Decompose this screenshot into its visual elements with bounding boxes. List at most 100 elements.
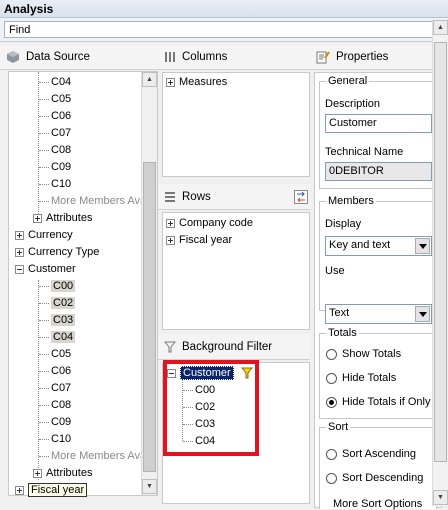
technical-name-label: Technical Name <box>325 146 404 158</box>
expand-icon[interactable] <box>166 235 175 245</box>
chevron-down-icon[interactable] <box>415 306 430 322</box>
totals-group: Totals Show Totals Hide Totals Hide Tota… <box>319 327 437 419</box>
technical-name-field: 0DEBITOR <box>325 162 432 181</box>
tree-item[interactable]: C10 <box>39 431 71 448</box>
members-group: Members Display Key and text Use Text <box>319 195 437 324</box>
rows-drop-area[interactable]: Company code Fiscal year <box>162 212 310 330</box>
rows-title: Rows <box>182 190 211 203</box>
data-source-header: Data Source <box>0 44 158 70</box>
properties-icon <box>316 50 330 63</box>
more-members-link[interactable]: More Members Ava <box>39 193 146 210</box>
rows-item-company-code[interactable]: Company code <box>166 215 253 232</box>
tree-node-fiscal-year[interactable]: Fiscal year <box>15 482 88 499</box>
radio-hide-totals-if-only[interactable]: Hide Totals if Only C <box>326 396 436 408</box>
properties-header: Properties <box>310 44 448 70</box>
tree-node-attributes[interactable]: Attributes <box>33 465 92 482</box>
tree-item[interactable]: C06 <box>39 108 71 125</box>
tree-item[interactable]: C06 <box>39 363 71 380</box>
tree-item[interactable]: C07 <box>39 125 71 142</box>
scroll-up-icon[interactable]: ▲ <box>433 20 448 35</box>
tree-item[interactable]: C04 <box>39 74 71 91</box>
radio-sort-ascending[interactable]: Sort Ascending <box>326 448 416 460</box>
filter-icon <box>164 341 176 352</box>
find-input[interactable] <box>4 21 436 38</box>
properties-scrollbar[interactable]: ▲ ▼ <box>432 20 448 506</box>
sort-group: Sort Sort Ascending Sort Descending More… <box>319 421 437 510</box>
columns-title: Columns <box>182 50 228 63</box>
expand-icon[interactable] <box>166 77 175 87</box>
columns-drop-area[interactable]: Measures <box>162 72 310 177</box>
radio-icon[interactable] <box>326 472 337 484</box>
columns-panel: Columns <box>158 44 310 70</box>
use-label: Use <box>325 265 345 277</box>
chevron-down-icon[interactable] <box>415 238 430 254</box>
radio-icon[interactable] <box>326 448 337 460</box>
properties-area: General Description Customer Technical N… <box>314 72 442 510</box>
totals-title: Totals <box>326 327 359 339</box>
rows-header: Rows <box>158 184 310 210</box>
radio-show-totals[interactable]: Show Totals <box>326 348 401 360</box>
tree-item[interactable]: C05 <box>39 91 71 108</box>
tree-node-currency-type[interactable]: Currency Type <box>15 244 99 261</box>
use-select[interactable]: Text <box>325 304 432 324</box>
radio-sort-descending[interactable]: Sort Descending <box>326 472 423 484</box>
members-title: Members <box>326 195 376 207</box>
columns-item-measures[interactable]: Measures <box>166 74 227 91</box>
expand-icon[interactable] <box>33 213 42 223</box>
description-label: Description <box>325 98 381 110</box>
tree-node-attributes[interactable]: Attributes <box>33 210 92 227</box>
tree-item-selected[interactable]: C03 <box>39 312 76 329</box>
tree-node-currency[interactable]: Currency <box>15 227 73 244</box>
properties-title: Properties <box>336 50 389 63</box>
tree-item[interactable]: C07 <box>39 380 71 397</box>
rows-icon <box>165 191 175 202</box>
tree-item[interactable]: C08 <box>39 142 71 159</box>
data-source-tree[interactable]: C04 C05 C06 C07 C08 C09 C10 More Members… <box>8 71 158 499</box>
collapse-icon[interactable] <box>15 264 24 274</box>
expand-icon[interactable] <box>33 468 42 478</box>
tree-node-customer[interactable]: Customer <box>15 261 76 278</box>
radio-icon[interactable] <box>326 348 337 360</box>
swap-axes-icon[interactable] <box>294 190 308 204</box>
window-title: Analysis <box>0 0 448 18</box>
tree-item[interactable]: C08 <box>39 397 71 414</box>
display-select[interactable]: Key and text <box>325 236 432 256</box>
general-title: General <box>326 75 370 87</box>
scroll-down-icon[interactable]: ▼ <box>142 479 157 494</box>
tree-item[interactable]: C09 <box>39 159 71 176</box>
tree-item[interactable]: C05 <box>39 346 71 363</box>
radio-icon[interactable] <box>326 372 337 384</box>
data-source-title: Data Source <box>26 50 90 63</box>
more-sort-options-link[interactable]: More Sort Options <box>333 498 422 510</box>
tree-item[interactable]: C10 <box>39 176 71 193</box>
scroll-down-icon[interactable]: ▼ <box>433 490 448 505</box>
expand-icon[interactable] <box>15 230 24 240</box>
data-source-scrollbar[interactable]: ▲ ▼ <box>141 72 157 495</box>
tree-item-selected[interactable]: C04 <box>39 329 76 346</box>
background-filter-title: Background Filter <box>182 340 273 353</box>
properties-panel: Properties <box>310 44 448 70</box>
scroll-up-icon[interactable]: ▲ <box>142 72 157 87</box>
scroll-thumb[interactable] <box>143 162 156 472</box>
columns-header: Columns <box>158 44 310 70</box>
tree-item[interactable]: C09 <box>39 414 71 431</box>
description-field[interactable]: Customer <box>325 114 432 133</box>
more-members-link[interactable]: More Members Ava <box>39 448 146 465</box>
expand-icon[interactable] <box>166 218 175 228</box>
display-label: Display <box>325 218 362 230</box>
expand-icon[interactable] <box>15 247 24 257</box>
radio-hide-totals[interactable]: Hide Totals <box>326 372 396 384</box>
highlight-box <box>163 360 259 456</box>
expand-icon[interactable] <box>15 485 24 495</box>
sort-title: Sort <box>326 421 351 433</box>
rows-item-fiscal-year[interactable]: Fiscal year <box>166 232 232 249</box>
radio-icon[interactable] <box>326 396 337 408</box>
tree-item-selected[interactable]: C02 <box>39 295 76 312</box>
background-filter-header: Background Filter <box>158 334 310 360</box>
general-group: General Description Customer Technical N… <box>319 75 437 189</box>
cube-icon <box>7 50 19 63</box>
tree-item-selected[interactable]: C00 <box>39 278 76 295</box>
scroll-thumb[interactable] <box>434 42 447 462</box>
columns-icon <box>165 51 175 62</box>
find-bar <box>0 18 448 42</box>
